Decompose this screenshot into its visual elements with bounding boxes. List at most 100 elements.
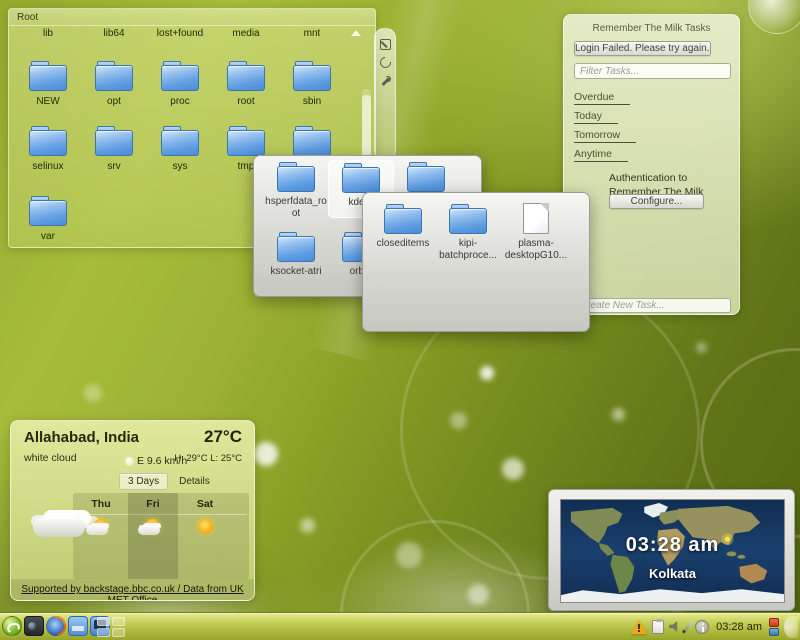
rtm-link-tomorrow[interactable]: Tomorrow <box>574 129 739 143</box>
pager-desktop-4[interactable] <box>112 628 125 637</box>
desktop-pager <box>97 617 125 637</box>
rtm-configure-button[interactable]: Configure... <box>609 194 704 209</box>
folder-icon <box>407 162 445 192</box>
world-clock-widget: 03:28 am Kolkata <box>548 489 795 611</box>
stylus-icon[interactable] <box>683 621 694 633</box>
weather-location: Allahabad, India <box>24 429 139 446</box>
folder-label[interactable]: lib <box>15 28 81 40</box>
folder-icon <box>277 162 315 192</box>
panel-launchers <box>2 616 110 636</box>
folder-item[interactable]: selinux <box>15 126 81 173</box>
weather-widget: Allahabad, India 27°C white cloud E 9.6 … <box>10 420 255 601</box>
panel-toolbox-cashew[interactable] <box>784 616 798 638</box>
world-map: 03:28 am Kolkata <box>560 499 785 603</box>
rtm-link-today[interactable]: Today <box>574 110 739 124</box>
rtm-link-anytime[interactable]: Anytime <box>574 148 739 162</box>
clock-city: Kolkata <box>561 566 784 581</box>
weather-credit-link[interactable]: Supported by backstage.bbc.co.uk / Data … <box>11 584 254 601</box>
clock-time: 03:28 am <box>561 534 784 557</box>
folder-item[interactable] <box>393 162 459 196</box>
scroll-up-arrow-icon[interactable] <box>351 30 361 36</box>
notifier-icon[interactable] <box>769 618 779 627</box>
bokeh-dot <box>300 518 315 533</box>
folder-view-title: Root <box>9 9 375 26</box>
tab-details[interactable]: Details <box>170 473 219 490</box>
folder-item[interactable]: root <box>213 61 279 108</box>
folder-label[interactable]: lost+found <box>147 28 213 40</box>
folder-item[interactable]: sbin <box>279 61 345 108</box>
pager-desktop-3[interactable] <box>97 628 110 637</box>
rtm-new-task-input[interactable] <box>574 298 731 313</box>
device-icon[interactable] <box>769 628 779 636</box>
forecast-column-sat: Sat 32°C 25°C <box>180 493 230 579</box>
forecast-column-thu: Thu 29°C 25°C <box>76 493 126 579</box>
tray-extra-icons[interactable] <box>769 618 779 636</box>
clipboard-icon[interactable] <box>652 620 664 634</box>
folder-item[interactable]: opt <box>81 61 147 108</box>
folder-item[interactable]: kipi-batchproce... <box>435 204 501 261</box>
video-app-icon[interactable] <box>24 616 44 636</box>
weather-temperature: 27°C <box>204 427 242 447</box>
rtm-title: Remember The Milk Tasks <box>564 23 739 34</box>
folder-icon <box>227 126 265 156</box>
folder-icon <box>227 61 265 91</box>
pager-desktop-1[interactable] <box>97 617 110 626</box>
file-item[interactable]: plasma-desktopG10... <box>503 203 569 261</box>
folder-icon <box>293 61 331 91</box>
folder-label[interactable]: lib64 <box>81 28 147 40</box>
tab-3-days[interactable]: 3 Days <box>119 473 168 490</box>
bokeh-dot <box>480 366 494 380</box>
bokeh-dot <box>502 458 524 480</box>
folder-icon <box>161 61 199 91</box>
rtm-link-overdue[interactable]: Overdue <box>574 91 739 105</box>
application-launcher-icon[interactable] <box>2 616 22 636</box>
weather-tabs: 3 Days Details <box>119 473 219 490</box>
folder-icon <box>29 126 67 156</box>
bokeh-dot <box>84 384 102 402</box>
folder-item[interactable]: proc <box>147 61 213 108</box>
scrollbar-thumb[interactable] <box>362 95 371 161</box>
weather-condition: white cloud <box>24 452 77 464</box>
wind-icon <box>125 457 134 466</box>
refresh-icon[interactable] <box>378 55 393 70</box>
folder-item[interactable]: closeditems <box>370 204 436 250</box>
folder-icon <box>277 232 315 262</box>
folder-icon <box>161 126 199 156</box>
widget-handle[interactable] <box>374 28 396 160</box>
panel-clock[interactable]: 03:28 am <box>714 621 764 633</box>
folder-item[interactable]: sys <box>147 126 213 173</box>
folder-item[interactable]: var <box>15 196 81 243</box>
folder-label[interactable]: media <box>213 28 279 40</box>
folder-icon <box>95 61 133 91</box>
warning-icon[interactable] <box>631 620 647 634</box>
folder-label[interactable]: mnt <box>279 28 345 40</box>
folder-icon <box>342 163 380 193</box>
folder-item[interactable]: NEW <box>15 61 81 108</box>
bokeh-dot <box>612 408 625 421</box>
document-icon <box>523 203 549 234</box>
folder-icon <box>384 204 422 234</box>
bokeh-dot <box>696 342 707 353</box>
rtm-filter-input[interactable] <box>574 63 731 79</box>
sunny-icon <box>198 519 213 534</box>
configure-wrench-icon[interactable] <box>380 76 391 87</box>
folder-icon <box>449 204 487 234</box>
info-icon[interactable] <box>695 620 709 634</box>
bokeh-dot <box>450 412 467 429</box>
folder-item[interactable]: hsperfdata_root <box>263 162 329 219</box>
forecast-column-fri: Fri 30°C 24°C <box>128 493 178 579</box>
bottom-panel: 03:28 am <box>0 613 800 640</box>
folder-popup-front: closeditems kipi-batchproce... plasma-de… <box>362 192 590 332</box>
folder-icon <box>29 196 67 226</box>
folder-item[interactable]: srv <box>81 126 147 173</box>
weather-high-low: H: 29°C L: 25°C <box>174 453 242 464</box>
folder-icon <box>95 126 133 156</box>
firefox-icon[interactable] <box>46 616 66 636</box>
folder-item[interactable]: ksocket-atri <box>263 232 329 278</box>
rtm-login-failed-button[interactable]: Login Failed. Please try again. <box>574 41 711 56</box>
resize-icon[interactable] <box>380 39 391 50</box>
desktop-toolbox-cashew[interactable] <box>748 0 800 34</box>
pager-desktop-2[interactable] <box>112 617 125 626</box>
file-manager-icon[interactable] <box>68 616 88 636</box>
volume-icon[interactable] <box>669 621 682 633</box>
